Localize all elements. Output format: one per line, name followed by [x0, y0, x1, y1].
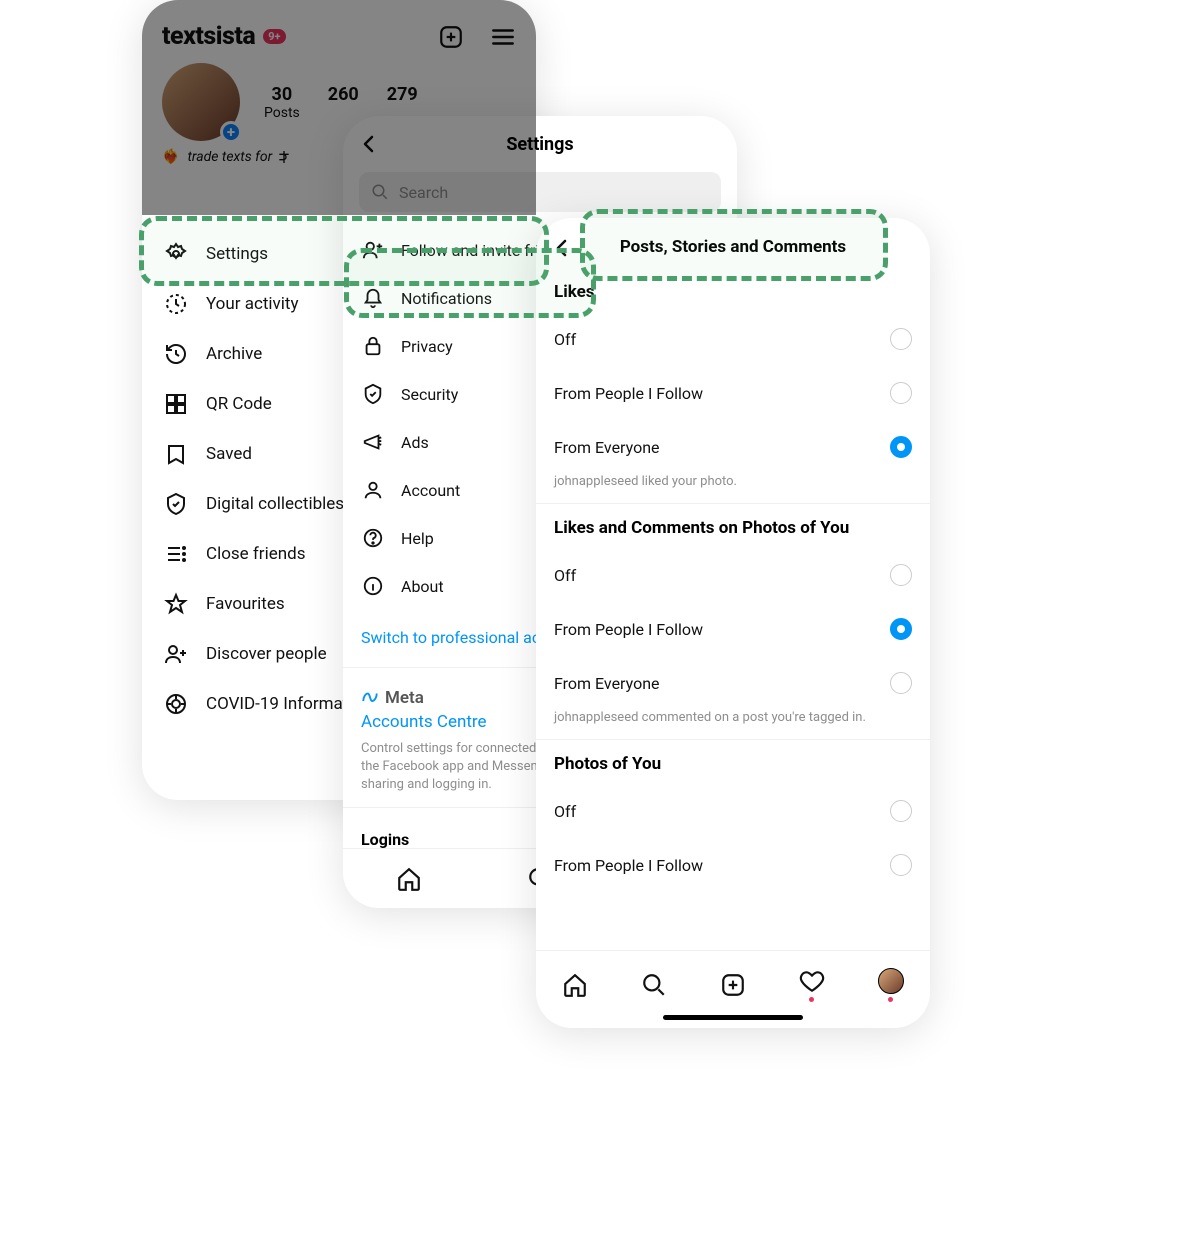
section-heading: Likes and Comments on Photos of You	[536, 503, 930, 548]
meta-brand: Meta	[385, 688, 424, 708]
back-icon[interactable]	[550, 236, 574, 260]
radio-option[interactable]: Off	[536, 312, 930, 366]
search-input[interactable]: Search	[359, 172, 721, 212]
radio-label: Off	[554, 802, 576, 821]
follow-invite-icon	[361, 238, 385, 262]
phone-notification-settings: Posts, Stories and Comments Likes Off From…	[536, 218, 930, 1028]
menu-item-label: Settings	[206, 244, 268, 264]
radio-button[interactable]	[890, 800, 912, 822]
settings-item-label: Notifications	[401, 289, 492, 308]
qr-code-icon	[164, 392, 188, 416]
section-hint: johnappleseed liked your photo.	[536, 474, 930, 503]
menu-item-label: Discover people	[206, 644, 327, 664]
page-title: Posts, Stories and Comments	[620, 237, 846, 257]
radio-label: Off	[554, 330, 576, 349]
nav-home-icon[interactable]	[562, 972, 588, 998]
radio-option[interactable]: From People I Follow	[536, 838, 930, 892]
heart-icon: ❤️‍🔥	[162, 149, 179, 165]
settings-item-label: Account	[401, 481, 460, 500]
notification-badge: 9+	[263, 29, 285, 44]
home-indicator	[663, 1015, 803, 1020]
radio-label: From People I Follow	[554, 620, 703, 639]
radio-button[interactable]	[890, 382, 912, 404]
nav-home-icon[interactable]	[396, 866, 422, 892]
stat-following[interactable]: 279	[387, 84, 418, 121]
radio-label: From Everyone	[554, 674, 660, 693]
close-friends-icon	[164, 542, 188, 566]
covid-info-icon	[164, 692, 188, 716]
radio-option[interactable]: From Everyone	[536, 420, 930, 474]
radio-label: From People I Follow	[554, 856, 703, 875]
stat-posts[interactable]: 30 Posts	[264, 84, 300, 121]
favourites-icon	[164, 592, 188, 616]
section-heading: Photos of You	[536, 739, 930, 784]
menu-item-label: QR Code	[206, 394, 272, 414]
menu-item-label: Your activity	[206, 294, 299, 314]
help-icon	[361, 526, 385, 550]
posts-stories-header: Posts, Stories and Comments	[536, 218, 930, 276]
settings-icon	[164, 242, 188, 266]
account-icon	[361, 478, 385, 502]
archive-icon	[164, 342, 188, 366]
radio-option[interactable]: Off	[536, 784, 930, 838]
radio-option[interactable]: From People I Follow	[536, 602, 930, 656]
notifications-icon	[361, 286, 385, 310]
radio-button[interactable]	[890, 436, 912, 458]
menu-item-label: Favourites	[206, 594, 285, 614]
activity-dot	[809, 997, 814, 1002]
profile-header: textsista 9+	[142, 0, 536, 51]
settings-item-label: Ads	[401, 433, 429, 452]
settings-title: Settings	[506, 134, 573, 155]
radio-option[interactable]: Off	[536, 548, 930, 602]
security-icon	[361, 382, 385, 406]
menu-item-label: Digital collectibles	[206, 494, 344, 514]
radio-label: Off	[554, 566, 576, 585]
settings-header: Settings	[343, 116, 737, 172]
back-icon[interactable]	[357, 132, 381, 156]
privacy-icon	[361, 334, 385, 358]
profile-avatar[interactable]: +	[162, 63, 240, 141]
menu-item-label: Saved	[206, 444, 252, 464]
nav-new-icon[interactable]	[720, 972, 746, 998]
section-hint: johnappleseed commented on a post you're…	[536, 710, 930, 739]
digital-collectibles-icon	[164, 492, 188, 516]
nav-profile-avatar[interactable]	[878, 968, 904, 994]
menu-item-label: Archive	[206, 344, 262, 364]
menu-icon[interactable]	[490, 24, 516, 50]
ads-icon	[361, 430, 385, 454]
section-heading: Likes	[536, 276, 930, 312]
radio-label: From Everyone	[554, 438, 660, 457]
saved-icon	[164, 442, 188, 466]
settings-item-label: About	[401, 577, 444, 596]
radio-button[interactable]	[890, 564, 912, 586]
brand-username: textsista	[162, 22, 255, 51]
radio-button[interactable]	[890, 672, 912, 694]
nav-activity-icon[interactable]	[799, 968, 825, 994]
radio-option[interactable]: From Everyone	[536, 656, 930, 710]
radio-button[interactable]	[890, 854, 912, 876]
radio-option[interactable]: From People I Follow	[536, 366, 930, 420]
nav-search-icon[interactable]	[641, 972, 667, 998]
settings-item-label: Privacy	[401, 337, 453, 356]
bottom-nav	[536, 950, 930, 1028]
discover-people-icon	[164, 642, 188, 666]
profile-dot	[888, 997, 893, 1002]
profile-stats: 30 Posts 260 279	[264, 84, 418, 121]
your-activity-icon	[164, 292, 188, 316]
menu-item-label: Close friends	[206, 544, 305, 564]
radio-button[interactable]	[890, 618, 912, 640]
radio-button[interactable]	[890, 328, 912, 350]
add-story-plus-icon[interactable]: +	[220, 121, 242, 143]
about-icon	[361, 574, 385, 598]
radio-label: From People I Follow	[554, 384, 703, 403]
settings-item-label: Help	[401, 529, 434, 548]
search-placeholder: Search	[399, 183, 448, 202]
settings-item-label: Security	[401, 385, 458, 404]
stat-followers[interactable]: 260	[328, 84, 359, 121]
new-post-icon[interactable]	[438, 24, 464, 50]
